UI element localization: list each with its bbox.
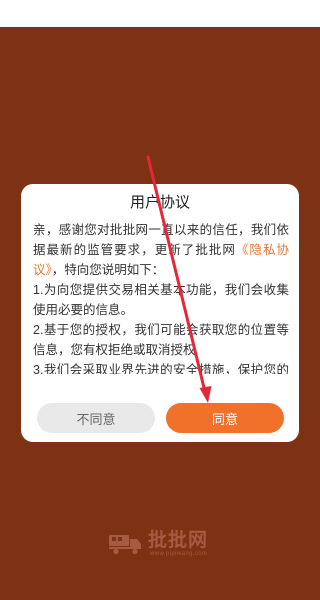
agreement-item: 2.基于您的授权，我们可能会获取您的位置等信息，您有权拒绝或取消授权 bbox=[33, 323, 289, 357]
brand-name: 批批网 bbox=[148, 530, 209, 551]
brand-domain: www.pipiwang.com bbox=[150, 551, 208, 557]
agreement-paragraph: 亲，感谢您对批批网一直以来的信任，我们依据最新的监管要求，更新了批批网《隐私协议… bbox=[33, 220, 289, 280]
truck-icon bbox=[109, 535, 141, 555]
agree-button[interactable]: 同意 bbox=[166, 403, 284, 433]
agreement-item: 1.为向您提供交易相关基本功能，我们会收集使用必要的信息。 bbox=[33, 283, 289, 317]
dialog-title: 用户协议 bbox=[129, 194, 190, 211]
agreement-text[interactable]: 亲，感谢您对批批网一直以来的信任，我们依据最新的监管要求，更新了批批网《隐私协议… bbox=[33, 220, 289, 374]
brand-logo: 批批网 www.pipiwang.com bbox=[108, 531, 212, 557]
status-bar bbox=[0, 0, 320, 27]
user-agreement-dialog: 用户协议 亲，感谢您对批批网一直以来的信任，我们依据最新的监管要求，更新了批批网… bbox=[21, 184, 299, 442]
agreement-intro-tail: ，特向您说明如下： bbox=[51, 263, 165, 277]
disagree-button[interactable]: 不同意 bbox=[37, 403, 155, 433]
agreement-item: 3.我们会采取业界先进的安全措施，保护您的信息安全 bbox=[33, 363, 289, 374]
